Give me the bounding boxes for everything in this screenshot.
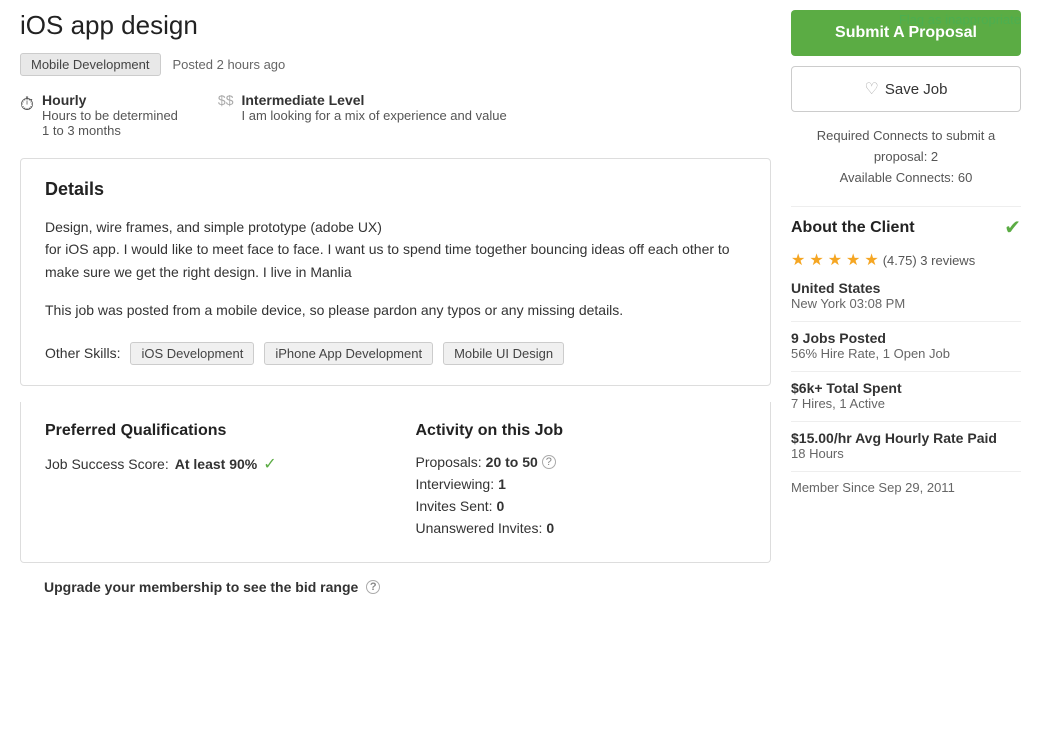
other-skills-row: Other Skills: iOS Development iPhone App… xyxy=(45,342,746,365)
job-title: iOS app design xyxy=(20,10,771,41)
divider-1 xyxy=(791,206,1021,207)
stars-row: ★ ★ ★ ★ ★ (4.75) 3 reviews xyxy=(791,250,1021,270)
star-4: ★ xyxy=(846,250,860,270)
connects-box: Required Connects to submit a proposal: … xyxy=(791,126,1021,188)
check-icon: ✓ xyxy=(263,454,276,474)
star-2: ★ xyxy=(809,250,823,270)
job-type-label: Hourly xyxy=(42,92,178,108)
unanswered-label: Unanswered Invites: xyxy=(416,520,543,536)
meta-row: Mobile Development Posted 2 hours ago xyxy=(20,53,771,76)
hours-worked: 18 Hours xyxy=(791,446,1021,461)
level-desc: I am looking for a mix of experience and… xyxy=(241,108,506,123)
interviewing-value: 1 xyxy=(498,476,506,492)
invites-sent-value: 0 xyxy=(497,498,505,514)
job-success-value: At least 90% xyxy=(175,456,257,472)
proposals-label: Proposals: xyxy=(416,454,482,470)
star-3: ★ xyxy=(828,250,842,270)
duration-label: 1 to 3 months xyxy=(42,123,178,138)
posted-time: Posted 2 hours ago xyxy=(173,57,286,72)
qual-activity-box: Preferred Qualifications Job Success Sco… xyxy=(20,402,771,563)
connects-available: Available Connects: 60 xyxy=(791,168,1021,189)
level-label: Intermediate Level xyxy=(241,92,506,108)
activity-title: Activity on this Job xyxy=(416,422,747,440)
total-spent-label: $6k+ Total Spent xyxy=(791,380,1021,396)
hires: 7 Hires, 1 Active xyxy=(791,396,1021,411)
proposals-help-icon[interactable]: ? xyxy=(542,455,556,469)
skill-iphone-app[interactable]: iPhone App Development xyxy=(264,342,433,365)
activity-section: Activity on this Job Proposals: 20 to 50… xyxy=(416,422,747,542)
divider-5 xyxy=(791,471,1021,472)
job-info-row: ⏱ Hourly Hours to be determined 1 to 3 m… xyxy=(20,92,771,138)
details-title: Details xyxy=(45,179,746,200)
job-success-row: Job Success Score: At least 90% ✓ xyxy=(45,454,376,474)
verified-icon: ✔ xyxy=(1004,215,1021,240)
skill-mobile-ui[interactable]: Mobile UI Design xyxy=(443,342,564,365)
divider-3 xyxy=(791,371,1021,372)
interviewing-label: Interviewing: xyxy=(416,476,495,492)
hire-rate: 56% Hire Rate, 1 Open Job xyxy=(791,346,1021,361)
connects-title: Required Connects to submit a proposal: … xyxy=(791,126,1021,168)
divider-4 xyxy=(791,421,1021,422)
qual-title: Preferred Qualifications xyxy=(45,422,376,440)
city-time: New York 03:08 PM xyxy=(791,296,1021,311)
description: Design, wire frames, and simple prototyp… xyxy=(45,216,746,283)
skill-ios-dev[interactable]: iOS Development xyxy=(130,342,254,365)
hours-label: Hours to be determined xyxy=(42,108,178,123)
jobs-posted-label: 9 Jobs Posted xyxy=(791,330,1021,346)
save-job-label: Save Job xyxy=(885,81,948,98)
job-level-item: $$ Intermediate Level I am looking for a… xyxy=(218,92,507,138)
invites-sent-label: Invites Sent: xyxy=(416,498,493,514)
dollar-icon: $$ xyxy=(218,92,234,108)
hourly-rate-label: $15.00/hr Avg Hourly Rate Paid xyxy=(791,430,1021,446)
proposals-value: 20 to 50 xyxy=(486,454,538,470)
upgrade-help-icon[interactable]: ? xyxy=(366,580,380,594)
sidebar: Submit A Proposal ♡ Save Job Required Co… xyxy=(791,10,1021,599)
divider-2 xyxy=(791,321,1021,322)
invites-sent-row: Invites Sent: 0 xyxy=(416,498,747,514)
about-client-section: About the Client ✔ ★ ★ ★ ★ ★ (4.75) 3 re… xyxy=(791,215,1021,495)
job-success-label: Job Success Score: xyxy=(45,456,169,472)
about-client-title: About the Client xyxy=(791,219,915,237)
unanswered-value: 0 xyxy=(546,520,554,536)
heart-icon: ♡ xyxy=(865,79,879,99)
rating-text: (4.75) 3 reviews xyxy=(883,253,975,268)
flag-link[interactable]: Flag as inappropriate xyxy=(899,12,1021,27)
unanswered-row: Unanswered Invites: 0 xyxy=(416,520,747,536)
job-type-item: ⏱ Hourly Hours to be determined 1 to 3 m… xyxy=(20,92,178,138)
star-1: ★ xyxy=(791,250,805,270)
upgrade-text: Upgrade your membership to see the bid r… xyxy=(44,579,358,595)
member-since-label: Member Since Sep 29, 2011 xyxy=(791,480,1021,495)
details-box: Details Design, wire frames, and simple … xyxy=(20,158,771,386)
jobs-posted: 9 Jobs Posted 56% Hire Rate, 1 Open Job xyxy=(791,330,1021,361)
qualifications-section: Preferred Qualifications Job Success Sco… xyxy=(45,422,376,542)
device-note: This job was posted from a mobile device… xyxy=(45,299,746,321)
category-tag[interactable]: Mobile Development xyxy=(20,53,161,76)
upgrade-row: Upgrade your membership to see the bid r… xyxy=(20,563,771,599)
save-job-button[interactable]: ♡ Save Job xyxy=(791,66,1021,112)
total-spent: $6k+ Total Spent 7 Hires, 1 Active xyxy=(791,380,1021,411)
hourly-rate: $15.00/hr Avg Hourly Rate Paid 18 Hours xyxy=(791,430,1021,461)
star-5-half: ★ xyxy=(864,250,878,270)
clock-icon: ⏱ xyxy=(20,94,34,115)
country-label: United States xyxy=(791,280,1021,296)
about-client-header: About the Client ✔ xyxy=(791,215,1021,240)
skills-label: Other Skills: xyxy=(45,345,120,361)
proposals-row: Proposals: 20 to 50 ? xyxy=(416,454,747,470)
client-country: United States New York 03:08 PM xyxy=(791,280,1021,311)
member-since: Member Since Sep 29, 2011 xyxy=(791,480,1021,495)
interviewing-row: Interviewing: 1 xyxy=(416,476,747,492)
